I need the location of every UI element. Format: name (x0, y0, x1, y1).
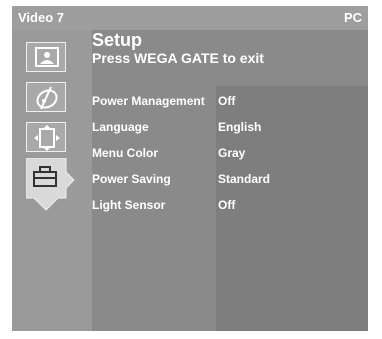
setting-row-power-saving[interactable]: Power Saving Standard (92, 172, 352, 190)
setting-value: Standard (218, 172, 271, 186)
menu-title: Setup (92, 30, 143, 50)
setting-label: Light Sensor (92, 198, 166, 212)
setting-label: Power Saving (92, 172, 171, 186)
top-bar: Video 7 PC (12, 6, 368, 30)
setup-icon[interactable] (25, 157, 76, 219)
setting-value: English (218, 120, 262, 134)
screen-icon[interactable] (26, 122, 66, 152)
setting-value: Gray (218, 146, 246, 160)
input-source-label: Video 7 (18, 10, 65, 25)
setting-label: Language (92, 120, 149, 134)
sound-icon[interactable] (26, 82, 66, 112)
setting-label: Menu Color (92, 146, 158, 160)
setting-row-language[interactable]: Language English (92, 120, 352, 138)
setting-value: Off (218, 94, 236, 108)
picture-icon[interactable] (26, 42, 66, 72)
menu-subtitle: Press WEGA GATE to exit (92, 50, 264, 66)
setting-value: Off (218, 198, 236, 212)
setting-row-light-sensor[interactable]: Light Sensor Off (92, 198, 352, 216)
setting-row-power-management[interactable]: Power Management Off (92, 94, 352, 112)
menu-sidebar (12, 30, 92, 331)
setting-label: Power Management (92, 94, 205, 108)
setting-row-menu-color[interactable]: Menu Color Gray (92, 146, 352, 164)
input-mode-label: PC (343, 10, 362, 25)
